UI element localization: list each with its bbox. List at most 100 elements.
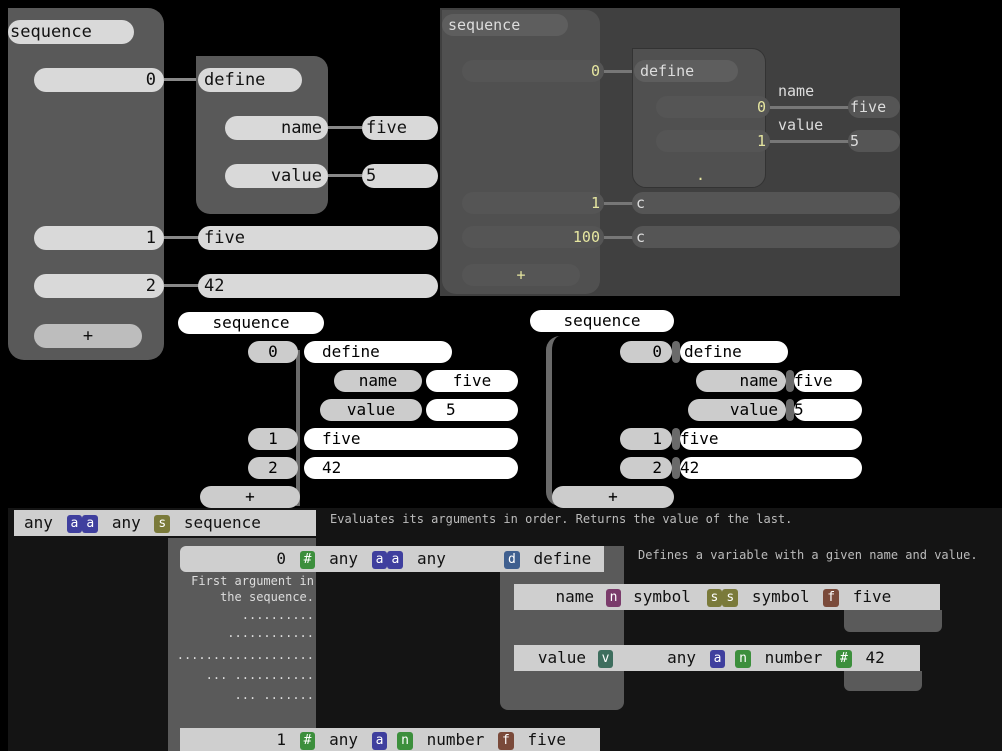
type-tag-a: a — [371, 731, 388, 750]
index-slot-1[interactable]: 1 — [34, 226, 164, 250]
add-button-3[interactable]: + — [200, 486, 300, 508]
type-tag-a: a — [66, 514, 83, 533]
index-slot-2[interactable]: 100 — [462, 226, 604, 248]
type-tag-s: s — [154, 514, 171, 533]
sequence-title-1[interactable]: sequence — [8, 20, 134, 44]
index-slot-1[interactable]: 1 — [462, 192, 604, 214]
sequence-title-2[interactable]: sequence — [442, 14, 568, 36]
arg-label-value: value — [688, 399, 786, 421]
add-button-4[interactable]: + — [552, 486, 674, 508]
item-node-1[interactable]: c — [632, 192, 900, 214]
type-tag-s: s — [706, 588, 723, 607]
type-tag-n: n — [397, 731, 413, 750]
arg-label-value: value — [320, 399, 422, 421]
arg-value-value[interactable]: 5 — [362, 164, 438, 188]
arg-value-name[interactable]: five — [848, 96, 900, 118]
type-symbol: symbol — [751, 587, 810, 606]
sequence-title-4[interactable]: sequence — [530, 310, 674, 332]
type-tag-v: v — [597, 649, 614, 668]
add-button-2[interactable]: + — [462, 264, 580, 286]
type-number: number — [764, 648, 823, 667]
sequence-description: Evaluates its arguments in order. Return… — [330, 512, 793, 526]
index-slot-0[interactable]: 0 — [620, 341, 672, 363]
type-tag-hash: # — [299, 550, 316, 569]
type-any: any — [329, 549, 359, 568]
arg-value-name[interactable]: five — [794, 370, 862, 392]
connector — [328, 126, 362, 129]
arg-label-value: value — [778, 116, 824, 134]
arg-value-value[interactable]: 5 — [848, 130, 900, 152]
arg-value-value[interactable]: 5 — [794, 399, 862, 421]
item-node-2[interactable]: 42 — [680, 457, 862, 479]
index-tab — [672, 341, 680, 363]
type-tag-a: a — [82, 514, 99, 533]
define-node[interactable]: define — [304, 341, 452, 363]
value-row[interactable]: value v any a n number # 42 — [514, 645, 920, 671]
define-index-1[interactable]: 1 — [656, 130, 770, 152]
type-tag-s: s — [722, 588, 739, 607]
dot-line: ... ....... — [234, 688, 314, 702]
index-slot-0[interactable]: 0 — [34, 68, 164, 92]
sequence-title-3[interactable]: sequence — [178, 312, 324, 334]
type-any: any — [667, 648, 697, 667]
define-node[interactable]: define — [198, 68, 302, 92]
arg-index-1: 1 — [276, 730, 286, 749]
type-any: any — [416, 549, 446, 568]
item-node-2[interactable]: c — [632, 226, 900, 248]
define-index-0[interactable]: 0 — [656, 96, 770, 118]
param-name-label: name — [555, 587, 594, 606]
item-node-1[interactable]: five — [680, 428, 862, 450]
type-any: any — [111, 513, 141, 532]
param-value-value: 42 — [865, 648, 885, 667]
define-node[interactable]: define — [634, 60, 738, 82]
type-tag-f: f — [823, 588, 840, 607]
sequence-block-2 — [442, 10, 600, 294]
arg-value-value[interactable]: 5 — [426, 399, 518, 421]
index-tab — [672, 428, 680, 450]
arg-index-0: 0 — [276, 549, 286, 568]
connector — [604, 236, 634, 239]
type-tag-a: a — [709, 649, 726, 668]
type-tag-f: f — [498, 731, 514, 750]
arg-label-name: name — [696, 370, 786, 392]
arg-label-name: name — [778, 82, 815, 100]
index-slot-0[interactable]: 0 — [248, 341, 298, 363]
dot-line: .......... — [241, 608, 314, 622]
arg-value-name[interactable]: five — [426, 370, 518, 392]
sequence-bracket — [546, 336, 562, 506]
name-row[interactable]: name n symbol ss symbol f five — [514, 584, 940, 610]
arg-label-name: name — [225, 116, 328, 140]
item-node-1[interactable]: five — [198, 226, 438, 250]
connector — [604, 202, 634, 205]
arg-0-desc-line2: the sequence. — [220, 590, 314, 604]
connector — [770, 106, 852, 109]
item-node-2[interactable]: 42 — [198, 274, 438, 298]
type-any: any — [329, 730, 359, 749]
arg-value-name[interactable]: five — [362, 116, 438, 140]
index-slot-2[interactable]: 2 — [248, 457, 298, 479]
sequence-header[interactable]: any aa any s sequence — [14, 510, 316, 536]
index-slot-2[interactable]: 2 — [34, 274, 164, 298]
connector — [164, 284, 200, 287]
type-tag-hash: # — [299, 731, 316, 750]
index-slot-1[interactable]: 1 — [620, 428, 672, 450]
define-node[interactable]: define — [680, 341, 788, 363]
sequence-bracket — [296, 350, 300, 506]
type-tag-a: a — [387, 550, 404, 569]
connector — [770, 140, 852, 143]
type-symbol: symbol — [633, 587, 691, 606]
define-header[interactable]: d define — [500, 546, 604, 572]
dot-line: ............ — [227, 626, 314, 640]
index-slot-1[interactable]: 1 — [248, 428, 298, 450]
index-tab — [672, 457, 680, 479]
connector — [328, 174, 362, 177]
index-slot-2[interactable]: 2 — [620, 457, 672, 479]
item-node-2[interactable]: 42 — [304, 457, 518, 479]
index-slot-0[interactable]: 0 — [462, 60, 604, 82]
add-button-1[interactable]: + — [34, 324, 142, 348]
name-value-box — [844, 610, 942, 632]
arg-1-row[interactable]: 1 # any a n number f five — [180, 728, 600, 751]
connector — [164, 78, 200, 81]
item-node-1[interactable]: five — [304, 428, 518, 450]
index-tab — [786, 370, 794, 392]
